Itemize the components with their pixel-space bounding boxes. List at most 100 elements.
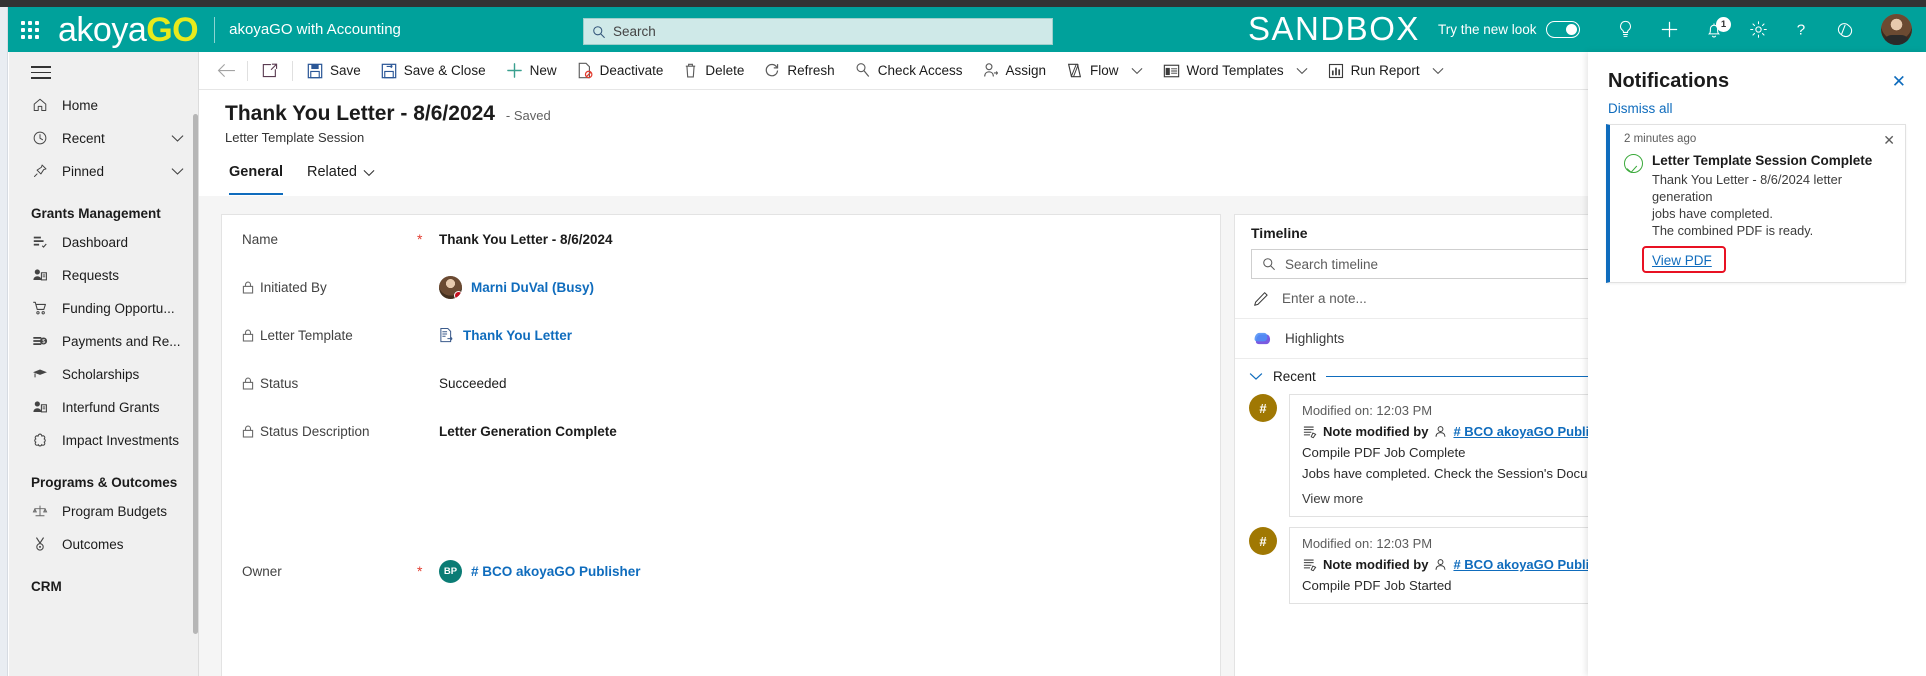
lightbulb-icon[interactable]	[1617, 20, 1634, 39]
timeline-recent-label: Recent	[1273, 369, 1316, 384]
diagnostics-icon[interactable]	[1835, 20, 1855, 39]
sidebar-item-recent[interactable]: Recent	[9, 122, 198, 155]
tab-general[interactable]: General	[225, 160, 293, 195]
hamburger-icon[interactable]	[31, 66, 51, 79]
app-logo[interactable]: akoyaGO	[58, 13, 199, 47]
command-divider	[292, 60, 293, 81]
sidebar-item-dashboard[interactable]: Dashboard	[9, 226, 198, 259]
notification-card[interactable]: 2 minutes ago ✕ Letter Template Session …	[1606, 124, 1906, 283]
field-label: Status Description	[242, 424, 417, 439]
check-access-button[interactable]: Check Access	[845, 52, 973, 90]
new-look-toggle[interactable]: Try the new look	[1438, 21, 1580, 38]
timeline-entry-avatar: #	[1249, 527, 1277, 555]
delete-button[interactable]: Delete	[673, 52, 754, 90]
view-pdf-link[interactable]: View PDF	[1652, 253, 1712, 268]
refresh-icon	[764, 62, 780, 79]
command-label: Check Access	[877, 63, 963, 78]
tab-related[interactable]: Related	[303, 160, 385, 195]
lock-icon	[242, 425, 254, 438]
save-and-close-button[interactable]: Save & Close	[371, 52, 496, 90]
field-value[interactable]: BP # BCO akoyaGO Publisher	[439, 559, 641, 583]
page-title: Thank You Letter - 8/6/2024	[225, 102, 495, 125]
chevron-down-icon[interactable]	[363, 169, 375, 177]
open-in-new-window-icon	[262, 63, 278, 78]
field-value[interactable]: Marni DuVal (Busy)	[439, 275, 594, 299]
trash-icon	[683, 62, 698, 79]
assign-button[interactable]: Assign	[973, 52, 1057, 90]
sidebar-item-pinned[interactable]: Pinned	[9, 155, 198, 188]
sidebar-item-label: Recent	[62, 130, 105, 146]
word-templates-button[interactable]: Word Templates	[1153, 52, 1318, 90]
app-screen: akoyaGO akoyaGO with Accounting Search S…	[0, 0, 1926, 676]
required-indicator: *	[417, 231, 423, 247]
sidebar-item-requests[interactable]: Requests	[9, 259, 198, 292]
sidebar-item-scholarships[interactable]: Scholarships	[9, 358, 198, 391]
presence-busy-badge	[454, 290, 462, 299]
chevron-down-icon[interactable]	[171, 167, 184, 176]
chevron-down-icon[interactable]	[1249, 372, 1263, 381]
field-value: Succeeded	[439, 375, 507, 391]
save-button[interactable]: Save	[297, 52, 371, 90]
chevron-down-icon[interactable]	[1432, 67, 1444, 75]
dashboard-icon	[31, 234, 48, 251]
field-label: Initiated By	[242, 280, 417, 295]
field-status: Status Succeeded	[222, 359, 1220, 407]
close-icon[interactable]: ✕	[1883, 132, 1895, 149]
success-check-icon	[1624, 154, 1643, 173]
open-in-new-window-button[interactable]	[252, 52, 288, 90]
sidebar-item-funding-opportunities[interactable]: Funding Opportu...	[9, 292, 198, 325]
notification-body-line2: jobs have completed.	[1652, 205, 1773, 221]
field-label-text: Status	[260, 375, 299, 391]
run-report-button[interactable]: Run Report	[1318, 52, 1454, 90]
save-state-label: - Saved	[505, 108, 551, 123]
plus-icon[interactable]	[1660, 20, 1679, 39]
new-button[interactable]: New	[496, 52, 567, 90]
initiated-by-link[interactable]: Marni DuVal (Busy)	[471, 280, 594, 295]
field-label-text: Name	[242, 231, 279, 247]
svg-text:?: ?	[1797, 22, 1805, 39]
note-icon	[1302, 558, 1317, 572]
close-icon[interactable]: ✕	[1892, 73, 1906, 90]
command-label: Delete	[705, 63, 745, 78]
chevron-down-icon[interactable]	[1131, 67, 1143, 75]
owner-link[interactable]: # BCO akoyaGO Publisher	[471, 564, 641, 579]
field-value[interactable]: Thank You Letter - 8/6/2024	[439, 232, 613, 247]
timeline-highlights-label: Highlights	[1285, 331, 1345, 346]
chevron-down-icon[interactable]	[1296, 67, 1308, 75]
avatar[interactable]	[1881, 14, 1912, 45]
help-icon[interactable]: ?	[1794, 20, 1809, 39]
dismiss-all-button[interactable]: Dismiss all	[1588, 93, 1926, 124]
flow-button[interactable]: Flow	[1056, 52, 1153, 90]
field-label: Letter Template	[242, 328, 417, 343]
sidebar-item-outcomes[interactable]: Outcomes	[9, 528, 198, 561]
chevron-down-icon[interactable]	[171, 134, 184, 143]
waffle-grid-icon[interactable]	[8, 20, 52, 39]
gear-icon[interactable]	[1749, 20, 1768, 39]
toggle-switch-icon[interactable]	[1545, 21, 1580, 38]
sidebar-item-interfund-grants[interactable]: Interfund Grants	[9, 391, 198, 424]
field-label-text: Letter Template	[260, 327, 353, 343]
sidebar-item-label: Pinned	[62, 163, 105, 179]
field-label: Owner	[242, 564, 417, 579]
pencil-icon	[1253, 291, 1269, 307]
app-module-name: akoyaGO with Accounting	[229, 21, 401, 38]
field-value[interactable]: Thank You Letter	[439, 327, 572, 343]
back-arrow-icon[interactable]	[209, 52, 243, 90]
sidebar-group-title: Programs & Outcomes	[31, 474, 178, 490]
sidebar-item-label: Program Budgets	[62, 503, 168, 519]
sidebar-scrollbar[interactable]	[193, 114, 198, 634]
check-access-icon	[855, 62, 871, 79]
sidebar-item-program-budgets[interactable]: Program Budgets	[9, 495, 198, 528]
tab-label: General	[229, 164, 283, 180]
sidebar-item-home[interactable]: Home	[9, 89, 198, 122]
deactivate-button[interactable]: Deactivate	[567, 52, 674, 90]
sidebar-item-impact-investments[interactable]: Impact Investments	[9, 424, 198, 457]
bell-icon[interactable]: 1	[1705, 17, 1731, 39]
sidebar-item-payments-and-receipts[interactable]: $ Payments and Re...	[9, 325, 198, 358]
global-search-input[interactable]: Search	[583, 18, 1053, 45]
command-label: Run Report	[1350, 63, 1420, 78]
command-label: New	[529, 63, 557, 78]
refresh-button[interactable]: Refresh	[754, 52, 844, 90]
letter-template-link[interactable]: Thank You Letter	[463, 328, 572, 343]
word-templates-icon	[1163, 63, 1180, 79]
